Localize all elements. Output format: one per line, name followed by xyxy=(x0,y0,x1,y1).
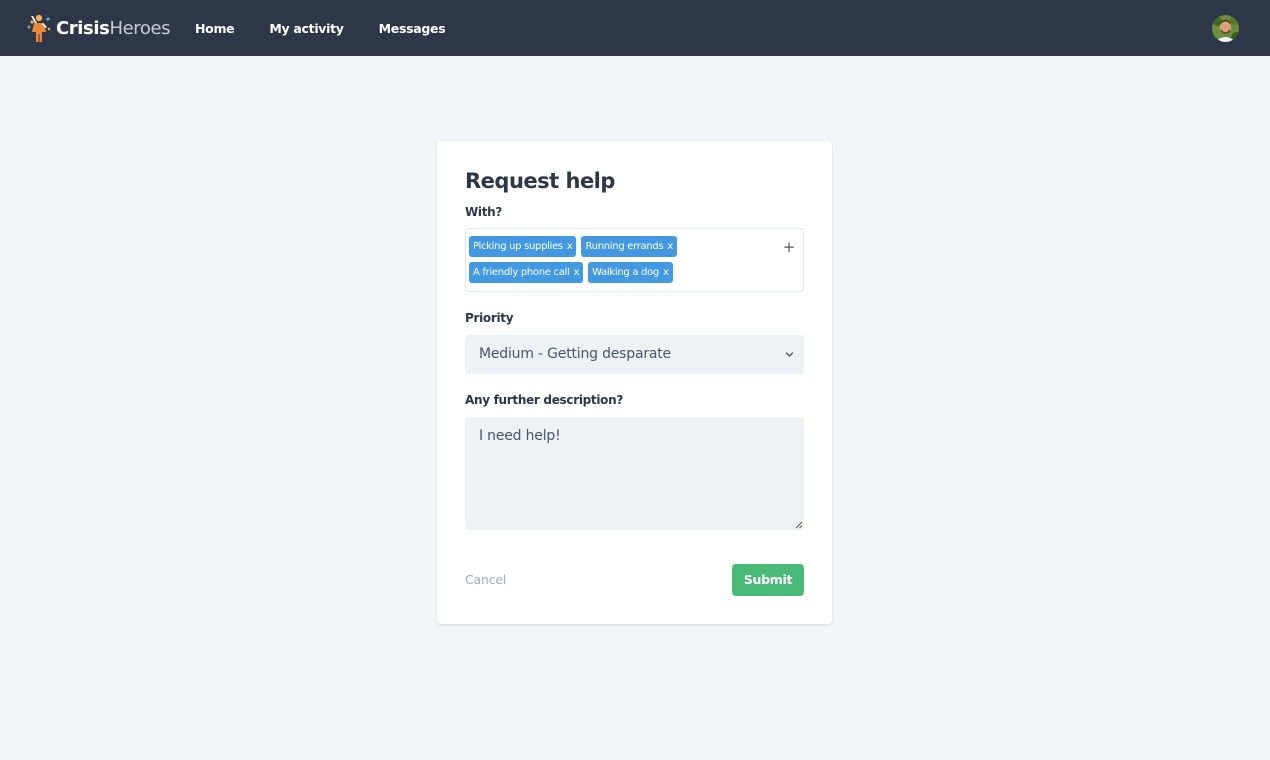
help-type-tag-input[interactable]: Picking up supplies x Running errands x A … xyxy=(465,228,804,292)
resize-handle-icon[interactable] xyxy=(795,521,803,529)
tag-list: Picking up supplies x Running errands x A … xyxy=(469,236,769,283)
user-avatar[interactable] xyxy=(1212,15,1239,42)
description-label: Any further description? xyxy=(465,393,624,407)
cancel-button[interactable]: Cancel xyxy=(465,572,506,587)
priority-selected-value: Medium - Getting desparate xyxy=(479,346,671,362)
chevron-down-icon xyxy=(785,352,794,357)
avatar-image xyxy=(1212,15,1239,42)
remove-tag-button[interactable]: x xyxy=(574,262,580,283)
tag-label: Picking up supplies xyxy=(473,241,563,252)
nav-messages[interactable]: Messages xyxy=(379,21,446,36)
tag-label: Walking a dog xyxy=(592,267,659,278)
tag-label: Running errands xyxy=(585,241,664,252)
nav-home[interactable]: Home xyxy=(195,21,235,36)
logo-wordmark: CrisisHeroes xyxy=(56,17,171,39)
remove-tag-button[interactable]: x xyxy=(667,236,673,257)
priority-label: Priority xyxy=(465,311,514,325)
crisisheroes-logo[interactable]: CrisisHeroes xyxy=(26,12,171,44)
tag-friendly-phone-call: A friendly phone call x xyxy=(469,262,584,283)
page-title: Request help xyxy=(465,169,615,193)
hero-figure-icon xyxy=(27,14,51,42)
logo-wordmark-bold: Crisis xyxy=(56,17,110,39)
tag-running-errands: Running errands x xyxy=(581,236,677,257)
logo-wordmark-light: Heroes xyxy=(109,17,171,39)
description-textarea[interactable]: I need help! xyxy=(465,417,804,530)
plus-icon[interactable]: + xyxy=(781,239,797,255)
tag-label: A friendly phone call xyxy=(473,267,570,278)
remove-tag-button[interactable]: x xyxy=(567,236,573,257)
tag-walking-a-dog: Walking a dog x xyxy=(588,262,673,283)
description-text: I need help! xyxy=(479,428,561,444)
remove-tag-button[interactable]: x xyxy=(663,262,669,283)
main-nav: Home My activity Messages xyxy=(195,0,446,56)
request-help-card: Request help With? Picking up supplies x … xyxy=(437,141,832,624)
with-label: With? xyxy=(465,205,503,219)
tag-picking-up-supplies: Picking up supplies x xyxy=(469,236,577,257)
priority-select[interactable]: Medium - Getting desparate xyxy=(465,335,804,374)
top-navigation-bar: CrisisHeroes Home My activity Messages xyxy=(0,0,1270,56)
submit-button[interactable]: Submit xyxy=(732,564,804,596)
nav-my-activity[interactable]: My activity xyxy=(269,21,344,36)
